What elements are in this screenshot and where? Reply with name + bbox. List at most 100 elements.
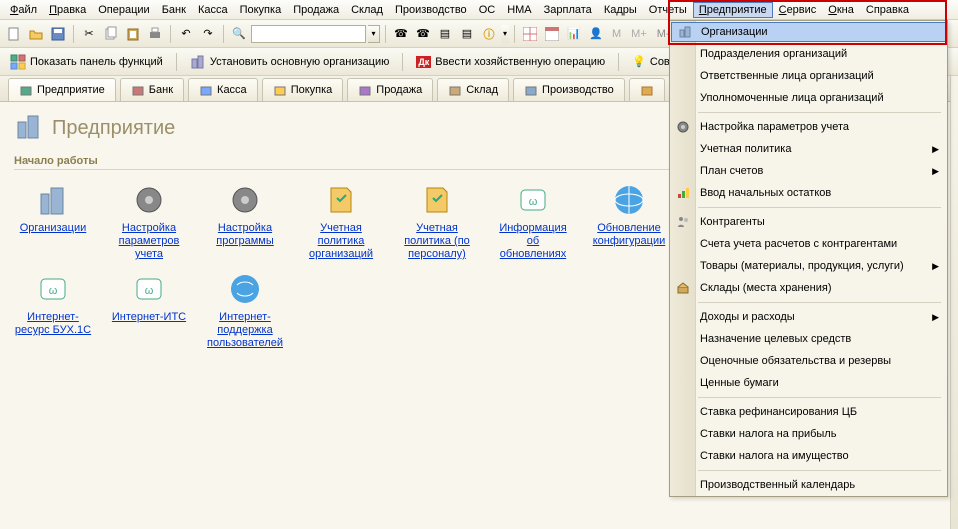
separator (618, 53, 619, 71)
cut-icon[interactable]: ✂ (79, 24, 99, 44)
menu-окна[interactable]: Окна (822, 2, 860, 18)
dropdown-item-1[interactable]: Подразделения организаций (670, 43, 947, 65)
tab-предприятие[interactable]: Предприятие (8, 78, 116, 101)
list-icon[interactable]: ▤ (435, 24, 455, 44)
separator (170, 25, 171, 43)
menu-зарплата[interactable]: Зарплата (538, 2, 598, 18)
dropdown-item-2[interactable]: Ответственные лица организаций (670, 65, 947, 87)
chevron-right-icon: ▶ (932, 144, 939, 155)
dropdown-item-15[interactable]: Доходы и расходы▶ (670, 306, 947, 328)
dropdown-item-0[interactable]: Организации (671, 22, 946, 42)
search-input[interactable] (251, 25, 366, 43)
search-icon[interactable]: 🔍 (229, 24, 249, 44)
tab-производство[interactable]: Производство (513, 78, 625, 101)
shortcut-2[interactable]: Настройка программы (206, 182, 284, 261)
dropdown-item-17[interactable]: Оценочные обязательства и резервы (670, 350, 947, 372)
menu-производство[interactable]: Производство (389, 2, 473, 18)
print-icon[interactable] (145, 24, 165, 44)
menu-предприятие[interactable]: Предприятие (693, 2, 773, 18)
shortcut-1[interactable]: Настройка параметров учета (110, 182, 188, 261)
shortcut-5[interactable]: ωИнформация об обновлениях (494, 182, 572, 261)
svg-text:ω: ω (145, 285, 154, 297)
phone-icon[interactable]: ☎ (391, 24, 411, 44)
dropdown-item-24[interactable]: Производственный календарь (670, 474, 947, 496)
tab-банк[interactable]: Банк (120, 78, 184, 101)
phone2-icon[interactable]: ☎ (413, 24, 433, 44)
dropdown-item-13[interactable]: Склады (места хранения) (670, 277, 947, 299)
menu-справка[interactable]: Справка (860, 2, 915, 18)
dropdown-item-10[interactable]: Контрагенты (670, 211, 947, 233)
info-icon[interactable]: ⓘ (479, 24, 499, 44)
tab-покупка[interactable]: Покупка (262, 78, 344, 101)
m-label[interactable]: M (608, 28, 625, 40)
menu-файл[interactable]: Файл (4, 2, 43, 18)
menu-касса[interactable]: Касса (192, 2, 234, 18)
tab-label: Продажа (376, 84, 422, 96)
shortcut-label: Настройка параметров учета (110, 222, 188, 261)
dropdown-item-16[interactable]: Назначение целевых средств (670, 328, 947, 350)
menu-банк[interactable]: Банк (156, 2, 192, 18)
calc-icon[interactable]: 📊 (564, 24, 584, 44)
dropdown-item-label: Доходы и расходы (700, 311, 795, 323)
shortcut-label: Настройка программы (206, 222, 284, 248)
chart-icon (675, 185, 691, 201)
gear-icon (675, 119, 691, 135)
dropdown-item-21[interactable]: Ставки налога на прибыль (670, 423, 947, 445)
show-functions-button[interactable]: Показать панель функций (4, 52, 169, 72)
menu-ос[interactable]: ОС (473, 2, 502, 18)
tab-more[interactable] (629, 78, 665, 101)
shortcut-icon (323, 182, 359, 218)
open-icon[interactable] (26, 24, 46, 44)
dropdown-item-6[interactable]: Учетная политика▶ (670, 138, 947, 160)
list2-icon[interactable]: ▤ (457, 24, 477, 44)
menu-кадры[interactable]: Кадры (598, 2, 643, 18)
shortcut-4[interactable]: Учетная политика (по персоналу) (398, 182, 476, 261)
calendar-icon[interactable] (542, 24, 562, 44)
table-icon[interactable] (520, 24, 540, 44)
shortcut-11[interactable]: Интернет-поддержка пользователей (206, 271, 284, 350)
paste-icon[interactable] (123, 24, 143, 44)
save-icon[interactable] (48, 24, 68, 44)
shortcut-icon: ω (35, 271, 71, 307)
menu-покупка[interactable]: Покупка (234, 2, 288, 18)
dropdown-item-20[interactable]: Ставка рефинансирования ЦБ (670, 401, 947, 423)
tab-касса[interactable]: Касса (188, 78, 258, 101)
dropdown-item-7[interactable]: План счетов▶ (670, 160, 947, 182)
search-dropdown[interactable]: ▾ (368, 25, 380, 43)
menu-операции[interactable]: Операции (92, 2, 155, 18)
new-icon[interactable] (4, 24, 24, 44)
enter-op-button[interactable]: ДкВвести хозяйственную операцию (410, 54, 611, 70)
dropdown-item-18[interactable]: Ценные бумаги (670, 372, 947, 394)
tab-склад[interactable]: Склад (437, 78, 509, 101)
dropdown-item-5[interactable]: Настройка параметров учета (670, 116, 947, 138)
redo-icon[interactable]: ↷ (198, 24, 218, 44)
shortcut-10[interactable]: ωИнтернет-ИТС (110, 271, 188, 350)
undo-icon[interactable]: ↶ (176, 24, 196, 44)
menu-продажа[interactable]: Продажа (287, 2, 345, 18)
dropdown-item-12[interactable]: Товары (материалы, продукция, услуги)▶ (670, 255, 947, 277)
menu-правка[interactable]: Правка (43, 2, 92, 18)
dropdown-item-3[interactable]: Уполномоченные лица организаций (670, 87, 947, 109)
shortcut-6[interactable]: Обновление конфигурации (590, 182, 668, 261)
dropdown-item-22[interactable]: Ставки налога на имущество (670, 445, 947, 467)
tab-label: Предприятие (37, 84, 105, 96)
menu-сервис[interactable]: Сервис (773, 2, 823, 18)
dropdown-item-label: Организации (701, 26, 768, 38)
info-drop[interactable]: ▾ (501, 25, 509, 43)
dropdown-separator (698, 470, 941, 471)
dropdown-item-8[interactable]: Ввод начальных остатков (670, 182, 947, 204)
menu-нма[interactable]: НМА (501, 2, 537, 18)
copy-icon[interactable] (101, 24, 121, 44)
shortcut-0[interactable]: Организации (14, 182, 92, 261)
menu-отчеты[interactable]: Отчеты (643, 2, 693, 18)
mplus-label[interactable]: M+ (627, 28, 651, 40)
person-icon[interactable]: 👤 (586, 24, 606, 44)
dropdown-item-label: Ответственные лица организаций (700, 70, 874, 82)
tab-продажа[interactable]: Продажа (347, 78, 433, 101)
dropdown-separator (698, 397, 941, 398)
set-org-button[interactable]: Установить основную организацию (184, 52, 396, 72)
shortcut-3[interactable]: Учетная политика организаций (302, 182, 380, 261)
menu-склад[interactable]: Склад (345, 2, 389, 18)
dropdown-item-11[interactable]: Счета учета расчетов с контрагентами (670, 233, 947, 255)
shortcut-9[interactable]: ωИнтернет-ресурс БУХ.1С (14, 271, 92, 350)
